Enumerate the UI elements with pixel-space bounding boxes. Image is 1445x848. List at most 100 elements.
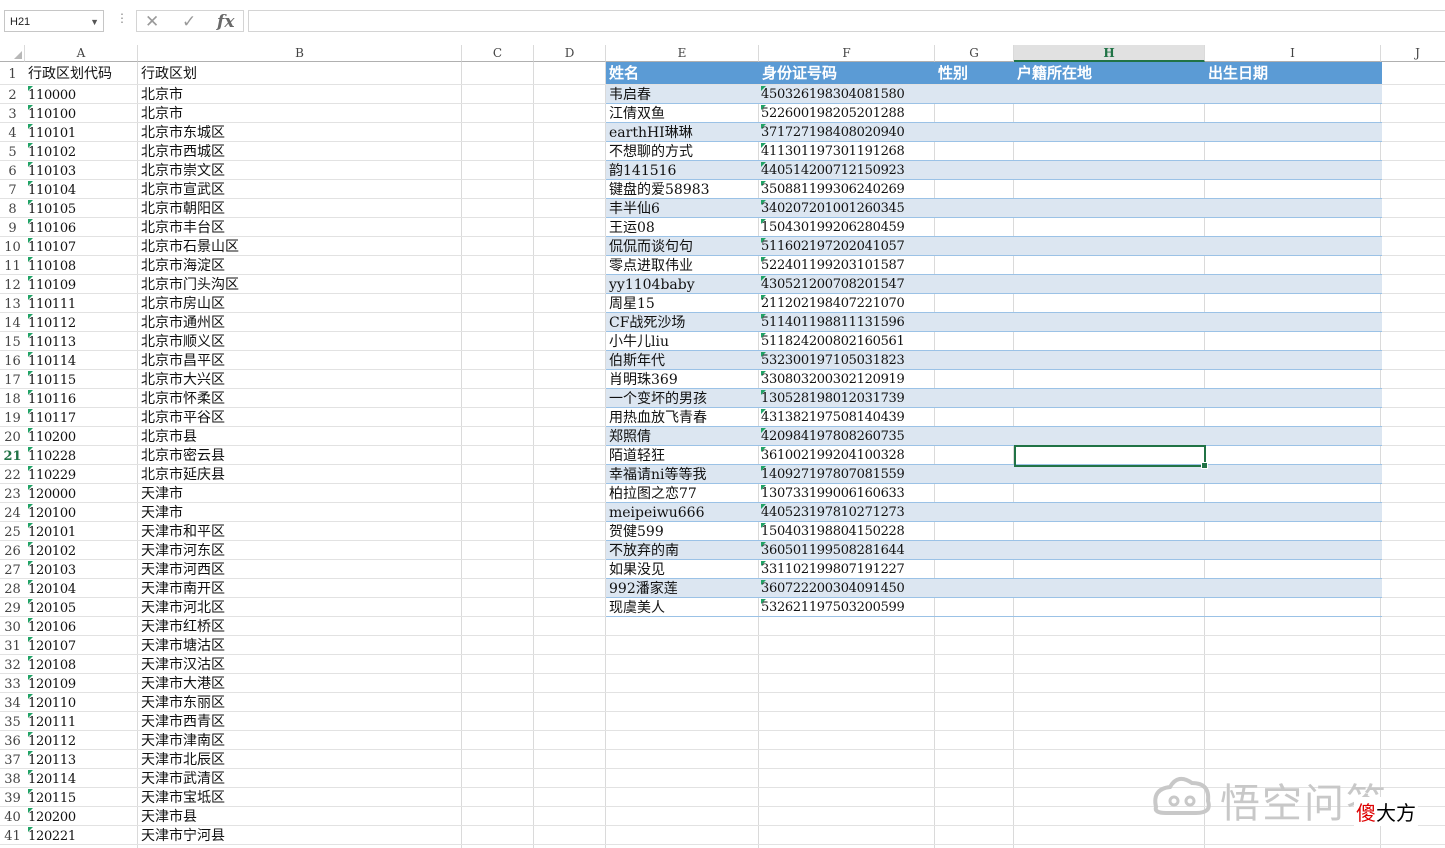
vertical-dots-icon[interactable]: ⋮	[116, 11, 128, 25]
cell-b[interactable]: 天津市西青区	[141, 712, 225, 731]
row-header[interactable]: 23	[0, 484, 25, 503]
row-header[interactable]: 35	[0, 712, 25, 731]
cell-a[interactable]: 120101	[28, 522, 76, 541]
cell-b[interactable]: 北京市海淀区	[141, 256, 225, 275]
column-header-f[interactable]: F	[759, 45, 935, 62]
row-header[interactable]: 8	[0, 199, 25, 218]
table-header-cell[interactable]: 姓名	[609, 62, 639, 85]
cell-b[interactable]: 天津市宝坻区	[141, 788, 225, 807]
cell-b[interactable]: 北京市昌平区	[141, 351, 225, 370]
column-header-e[interactable]: E	[606, 45, 759, 62]
cell-b[interactable]: 北京市崇文区	[141, 161, 225, 180]
row-header[interactable]: 2	[0, 85, 25, 104]
cell-b[interactable]: 天津市武清区	[141, 769, 225, 788]
cell-b[interactable]: 天津市和平区	[141, 522, 225, 541]
column-header-b[interactable]: B	[138, 45, 462, 62]
cell-b[interactable]: 北京市顺义区	[141, 332, 225, 351]
row-header[interactable]: 10	[0, 237, 25, 256]
row-header[interactable]: 25	[0, 522, 25, 541]
table-cell-id-number[interactable]: 360501199508281644	[761, 541, 905, 560]
row-header[interactable]: 38	[0, 769, 25, 788]
column-header-g[interactable]: G	[935, 45, 1014, 62]
row-header[interactable]: 39	[0, 788, 25, 807]
table-cell-name[interactable]: 丰半仙6	[609, 199, 660, 218]
row-header[interactable]: 40	[0, 807, 25, 826]
cell-a[interactable]: 110100	[28, 104, 76, 123]
table-cell-id-number[interactable]: 130733199006160633	[761, 484, 905, 503]
table-cell-name[interactable]: 如果没见	[609, 560, 665, 579]
cell-a[interactable]: 110104	[28, 180, 76, 199]
table-cell-name[interactable]: 小牛儿liu	[609, 332, 669, 351]
cell-b[interactable]: 北京市延庆县	[141, 465, 225, 484]
row-header[interactable]: 20	[0, 427, 25, 446]
row-header[interactable]: 13	[0, 294, 25, 313]
cell-b[interactable]: 天津市河西区	[141, 560, 225, 579]
row-header[interactable]: 16	[0, 351, 25, 370]
cell-a[interactable]: 120100	[28, 503, 76, 522]
table-cell-name[interactable]: 周星15	[609, 294, 655, 313]
column-header-c[interactable]: C	[462, 45, 534, 62]
select-all-button[interactable]	[0, 45, 25, 62]
row-header[interactable]: 24	[0, 503, 25, 522]
table-cell-name[interactable]: 不放弃的南	[609, 541, 679, 560]
table-cell-name[interactable]: 郑照倩	[609, 427, 651, 446]
row-header[interactable]: 37	[0, 750, 25, 769]
row-header[interactable]: 26	[0, 541, 25, 560]
cell-b[interactable]: 北京市西城区	[141, 142, 225, 161]
column-header-d[interactable]: D	[534, 45, 606, 62]
table-cell-id-number[interactable]: 440523197810271273	[761, 503, 905, 522]
cell-a[interactable]: 110200	[28, 427, 76, 446]
table-cell-id-number[interactable]: 340207201001260345	[761, 199, 905, 218]
row-header[interactable]: 30	[0, 617, 25, 636]
table-cell-name[interactable]: yy1104baby	[609, 275, 695, 294]
row-header[interactable]: 22	[0, 465, 25, 484]
table-cell-name[interactable]: 侃侃而谈句句	[609, 237, 693, 256]
cell-a[interactable]: 110117	[28, 408, 76, 427]
table-cell-name[interactable]: 陌道轻狂	[609, 446, 665, 465]
cell-a[interactable]: 110229	[28, 465, 76, 484]
table-cell-name[interactable]: 韵141516	[609, 161, 676, 180]
cell-a[interactable]: 110116	[28, 389, 76, 408]
cell-a[interactable]: 120108	[28, 655, 76, 674]
table-cell-name[interactable]: 992潘家莲	[609, 579, 678, 598]
cell-a[interactable]: 120109	[28, 674, 76, 693]
table-cell-name[interactable]: earthHI琳琳	[609, 123, 693, 142]
cell-b[interactable]: 天津市津南区	[141, 731, 225, 750]
cell-b[interactable]: 北京市门头沟区	[141, 275, 239, 294]
table-cell-name[interactable]: 不想聊的方式	[609, 142, 693, 161]
formula-input[interactable]	[248, 10, 1445, 32]
table-cell-id-number[interactable]: 360722200304091450	[761, 579, 905, 598]
table-cell-id-number[interactable]: 140927197807081559	[761, 465, 905, 484]
name-box[interactable]: H21 ▼	[4, 10, 104, 32]
table-cell-name[interactable]: 王运08	[609, 218, 655, 237]
table-cell-id-number[interactable]: 511602197202041057	[761, 237, 905, 256]
table-cell-id-number[interactable]: 511824200802160561	[761, 332, 905, 351]
cell-b[interactable]: 天津市南开区	[141, 579, 225, 598]
table-cell-id-number[interactable]: 420984197808260735	[761, 427, 905, 446]
table-cell-id-number[interactable]: 130528198012031739	[761, 389, 905, 408]
cell-a[interactable]: 120107	[28, 636, 76, 655]
table-cell-id-number[interactable]: 350881199306240269	[761, 180, 905, 199]
cell-a[interactable]: 120113	[28, 750, 76, 769]
table-cell-name[interactable]: 江倩双鱼	[609, 104, 665, 123]
cell-b[interactable]: 北京市石景山区	[141, 237, 239, 256]
table-cell-id-number[interactable]: 150403198804150228	[761, 522, 905, 541]
cell-b[interactable]: 天津市	[141, 503, 183, 522]
cell-b[interactable]: 天津市汉沽区	[141, 655, 225, 674]
row-header[interactable]: 12	[0, 275, 25, 294]
cell-a[interactable]: 120221	[28, 826, 76, 845]
table-cell-id-number[interactable]: 532300197105031823	[761, 351, 905, 370]
table-header-cell[interactable]: 身份证号码	[762, 62, 837, 85]
cell-a[interactable]: 110111	[28, 294, 76, 313]
column-header-a[interactable]: A	[25, 45, 138, 62]
row-header[interactable]: 33	[0, 674, 25, 693]
row-header[interactable]: 34	[0, 693, 25, 712]
cell-a[interactable]: 行政区划代码	[28, 62, 112, 85]
table-cell-name[interactable]: meipeiwu666	[609, 503, 704, 522]
cell-a[interactable]: 120111	[28, 712, 76, 731]
active-cell-selection[interactable]	[1014, 445, 1208, 469]
cell-a[interactable]: 110103	[28, 161, 76, 180]
cell-b[interactable]: 北京市怀柔区	[141, 389, 225, 408]
cell-a[interactable]: 110114	[28, 351, 76, 370]
table-cell-name[interactable]: 伯斯年代	[609, 351, 665, 370]
